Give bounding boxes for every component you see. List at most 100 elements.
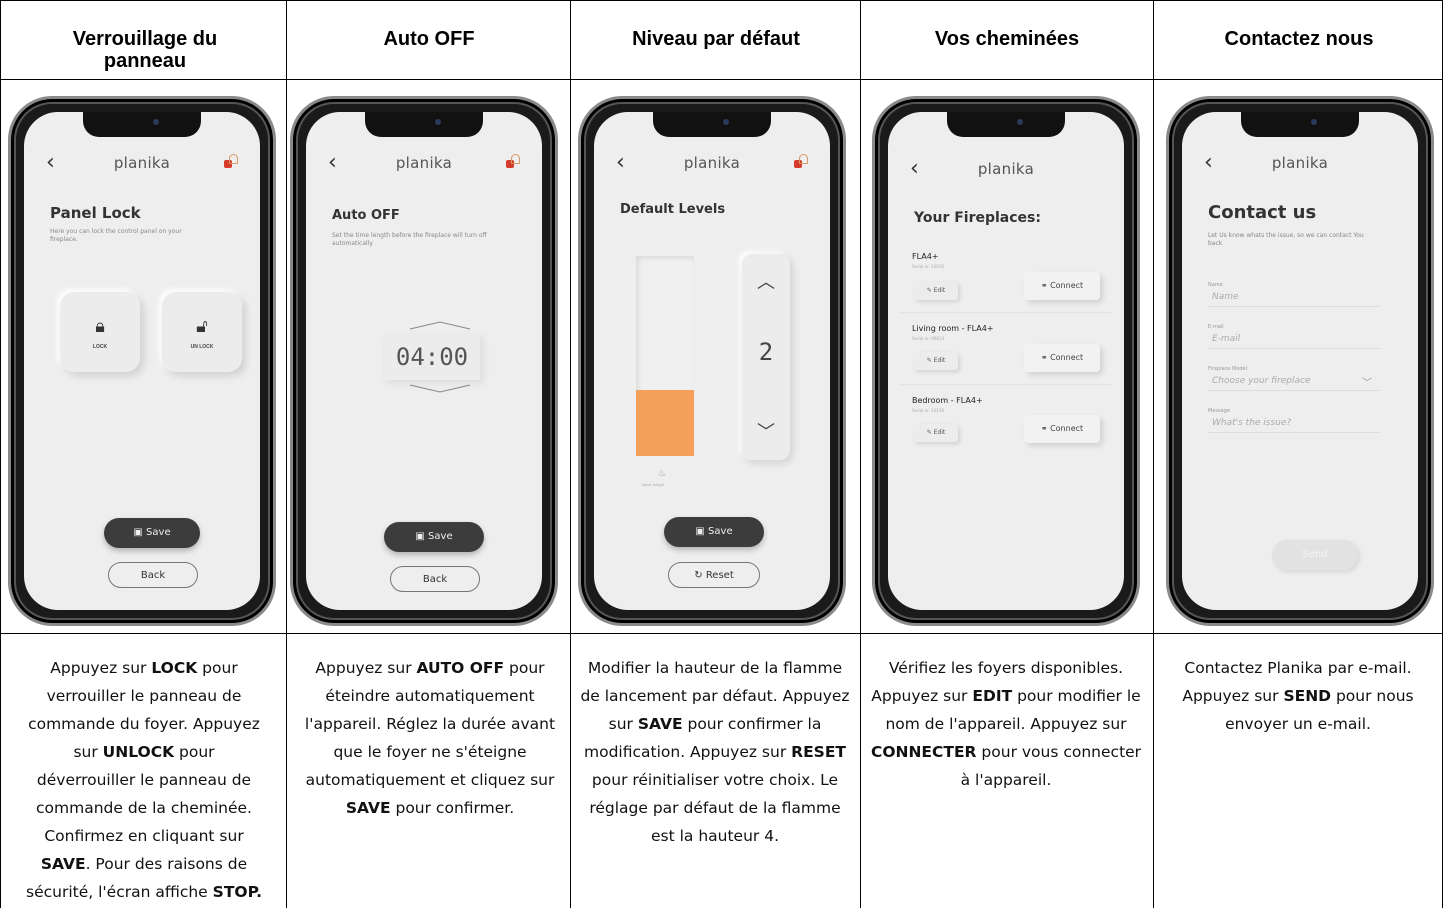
- col-border-1: [286, 0, 287, 908]
- emphasis-text: LOCK: [151, 659, 198, 677]
- phone-default-levels: ‹ planika Default Levels ♨ flame height …: [578, 96, 846, 626]
- col-border-0: [0, 0, 1, 908]
- model-select[interactable]: Choose your fireplace: [1212, 376, 1310, 386]
- unlock-label: UN LOCK: [190, 344, 214, 350]
- bell-alert-icon[interactable]: [506, 154, 520, 168]
- save-button[interactable]: ▣ Save: [104, 518, 200, 548]
- back-button[interactable]: Back: [108, 562, 198, 588]
- screen-title: Contact us: [1208, 202, 1317, 223]
- emphasis-text: CONNECTER: [870, 743, 977, 761]
- back-button[interactable]: Back: [390, 566, 480, 592]
- input-underline: [1208, 432, 1380, 433]
- email-field[interactable]: E-mail: [1212, 334, 1240, 344]
- edit-label: Edit: [933, 287, 946, 294]
- message-field[interactable]: What's the issue?: [1212, 418, 1291, 428]
- col-border-2: [570, 0, 571, 908]
- unlock-tile[interactable]: 🔓︎ UN LOCK: [162, 292, 242, 372]
- edit-label: Edit: [933, 429, 946, 436]
- chevron-down-icon[interactable]: [408, 384, 472, 394]
- table-top-border: [0, 0, 1443, 1]
- input-underline: [1208, 306, 1380, 307]
- fireplace-name: FLA4+: [912, 252, 939, 261]
- phone-screen: ‹ planika Contact us Let Us know whats t…: [1182, 112, 1418, 610]
- edit-label: Edit: [933, 357, 946, 364]
- level-value: 2: [758, 338, 774, 366]
- desc-auto-off: Appuyez sur AUTO OFF pour éteindre autom…: [304, 659, 556, 817]
- save-label: Save: [146, 527, 171, 538]
- emphasis-text: SEND: [1283, 687, 1332, 705]
- emphasis-text: SAVE: [345, 799, 391, 817]
- phone-screen: ‹ planika Default Levels ♨ flame height …: [594, 112, 830, 610]
- desc-contact: Contactez Planika par e-mail. Appuyez su…: [1182, 659, 1414, 733]
- desc-panel-lock: Appuyez sur LOCK pour verrouiller le pan…: [26, 659, 262, 901]
- screen-title: Your Fireplaces:: [914, 210, 1041, 226]
- brand-logo: planika: [977, 160, 1035, 178]
- timer-display: 04:00: [384, 334, 480, 380]
- level-stepper: ︿ 2 ﹀: [742, 254, 790, 460]
- bell-alert-icon[interactable]: [794, 154, 808, 168]
- connect-button[interactable]: ⚭ Connect: [1024, 272, 1100, 300]
- phone-auto-off: ‹ planika Auto OFF Set the time length b…: [290, 96, 558, 626]
- desc-default-level: Modifier la hauteur de la flamme de lanc…: [580, 659, 850, 845]
- connect-label: Connect: [1050, 424, 1084, 433]
- bell-alert-icon[interactable]: [224, 154, 238, 168]
- screen-subtitle: Here you can lock the control panel on y…: [50, 228, 182, 243]
- connect-button[interactable]: ⚭ Connect: [1024, 344, 1100, 372]
- col-border-4: [1153, 0, 1154, 908]
- lock-tile[interactable]: 🔒︎ LOCK: [60, 292, 140, 372]
- col-border-3: [860, 0, 861, 908]
- divider: [900, 384, 1112, 385]
- connect-label: Connect: [1050, 353, 1084, 362]
- emphasis-text: AUTO OFF: [416, 659, 505, 677]
- emphasis-text: SAVE: [637, 715, 683, 733]
- name-field-label: Name: [1208, 282, 1223, 288]
- heading-panel-lock: Verrouillage du panneau: [72, 28, 218, 72]
- screen-title: Default Levels: [620, 202, 726, 217]
- desc-fireplaces: Vérifiez les foyers disponibles. Appuyez…: [870, 659, 1142, 789]
- chevron-up-icon[interactable]: [408, 320, 472, 330]
- reset-label: Reset: [705, 570, 734, 581]
- padlock-open-icon: 🔓︎: [196, 316, 208, 337]
- phone-screen: ‹ planika Panel Lock Here you can lock t…: [24, 112, 260, 610]
- phone-notch: [365, 112, 483, 137]
- email-field-label: E-mail: [1208, 324, 1224, 330]
- image-row-border: [0, 633, 1443, 634]
- send-button[interactable]: Send: [1272, 540, 1358, 570]
- phone-notch: [947, 112, 1065, 137]
- screen-subtitle: Set the time length before the fireplace…: [332, 232, 487, 247]
- edit-button[interactable]: ✎ Edit: [914, 352, 958, 370]
- reset-button[interactable]: ↻ Reset: [668, 562, 760, 588]
- save-button[interactable]: ▣ Save: [384, 522, 484, 552]
- emphasis-text: UNLOCK: [102, 743, 175, 761]
- lock-label: LOCK: [92, 344, 108, 350]
- padlock-closed-icon: 🔒︎: [95, 316, 105, 337]
- emphasis-text: RESET: [791, 743, 846, 761]
- flame-level-bar[interactable]: [636, 256, 694, 456]
- chevron-up-icon[interactable]: ︿: [742, 268, 790, 294]
- chevron-down-icon[interactable]: ﹀: [1362, 374, 1372, 389]
- heading-fireplaces: Vos cheminées: [934, 28, 1080, 50]
- screen-subtitle: Let Us know whats the issue, so we can c…: [1208, 232, 1364, 247]
- input-underline: [1208, 390, 1380, 391]
- emphasis-text: SAVE: [40, 855, 86, 873]
- phone-panel-lock: ‹ planika Panel Lock Here you can lock t…: [8, 96, 276, 626]
- heading-auto-off: Auto OFF: [383, 28, 475, 50]
- save-label: Save: [708, 526, 733, 537]
- emphasis-text: EDIT: [972, 687, 1013, 705]
- edit-button[interactable]: ✎ Edit: [914, 424, 958, 442]
- phone-notch: [653, 112, 771, 137]
- phone-contact: ‹ planika Contact us Let Us know whats t…: [1166, 96, 1434, 626]
- fireplace-serial: Serial nr: 09614: [912, 336, 945, 341]
- flame-height-label: flame height: [642, 482, 664, 487]
- divider: [900, 312, 1112, 313]
- save-label: Save: [428, 531, 453, 542]
- phone-fireplaces: ‹ planika Your Fireplaces: FLA4+ Serial …: [872, 96, 1140, 626]
- chevron-down-icon[interactable]: ﹀: [742, 418, 790, 444]
- screen-title: Panel Lock: [50, 204, 141, 222]
- flame-icon: ♨: [658, 468, 667, 478]
- name-field[interactable]: Name: [1212, 292, 1239, 302]
- connect-button[interactable]: ⚭ Connect: [1024, 415, 1100, 443]
- heading-contact: Contactez nous: [1224, 28, 1374, 50]
- save-button[interactable]: ▣ Save: [664, 517, 764, 547]
- edit-button[interactable]: ✎ Edit: [914, 282, 958, 300]
